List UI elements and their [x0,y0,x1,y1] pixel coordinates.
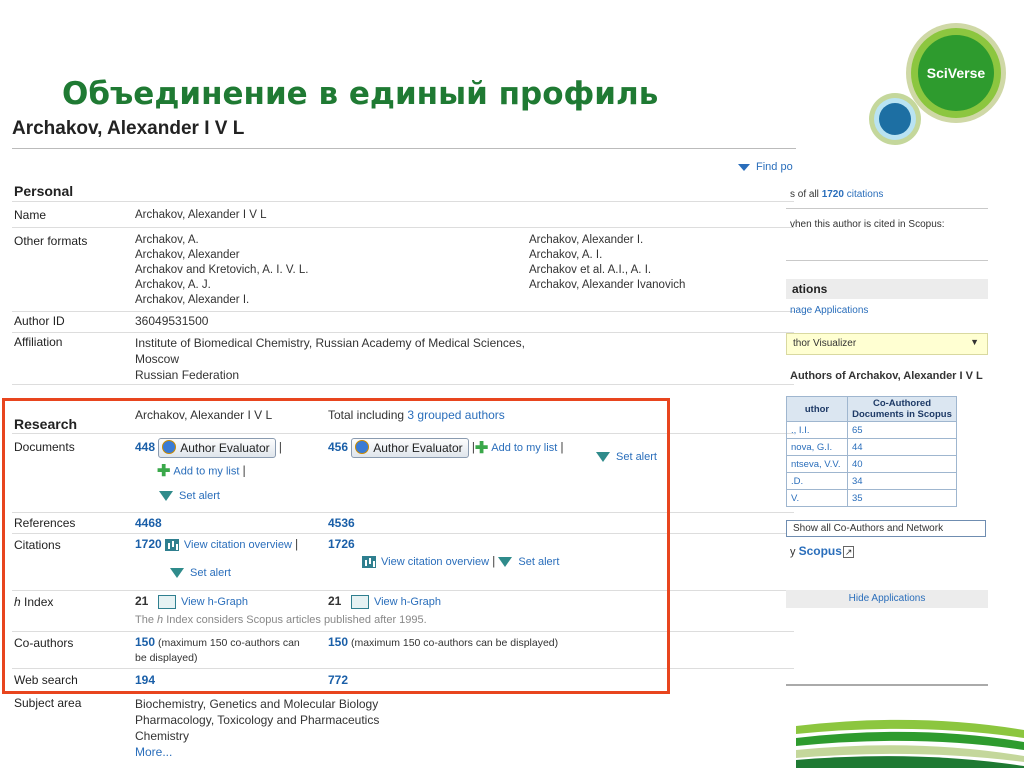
table-row[interactable]: .D. 34 [786,472,957,490]
powered-by-scopus: y Scopus ↗ [790,544,855,558]
table-header: Co-Authored Documents in Scopus [847,396,957,422]
other-formats-left: Archakov, A. Archakov, Alexander Archako… [135,234,309,306]
divider [12,148,796,149]
right-panel: s of all 1720 citations vhen this author… [786,150,988,690]
dropdown-arrow-icon: ▼ [970,337,979,347]
table-row[interactable]: V. 35 [786,489,957,507]
coauthors-table: uthor Co-Authored Documents in Scopus .,… [786,396,957,507]
subject-area-label: Subject area [14,696,82,710]
external-link-icon: ↗ [842,546,855,558]
decorative-swoosh [796,719,1024,768]
slide-title: Объединение в единый профиль [62,76,659,112]
table-row[interactable]: ntseva, V.V. 40 [786,455,957,473]
subject-more-link[interactable]: More... [135,744,379,760]
highlight-box [2,398,670,694]
sciverse-logo: SciVerse [869,23,1006,145]
total-citations-text: s of all 1720 citations [790,189,884,200]
author-visualizer-select[interactable]: thor Visualizer ▼ [786,333,988,355]
cited-alert-text: vhen this author is cited in Scopus: [790,219,945,230]
divider [12,227,794,228]
author-name: Archakov, Alexander I V L [12,118,245,139]
other-formats-label: Other formats [14,234,88,248]
table-header: uthor [786,396,848,422]
manage-applications-link[interactable]: nage Applications [790,305,868,316]
affiliation-label: Affiliation [14,335,63,349]
divider [12,384,794,385]
sciverse-logo-text: SciVerse [927,65,986,81]
affiliation-value: Institute of Biomedical Chemistry, Russi… [135,336,525,382]
divider [12,201,794,202]
divider [12,332,794,333]
hide-applications-link[interactable]: Hide Applications [786,590,988,608]
author-id-label: Author ID [14,314,65,328]
table-row[interactable]: nova, G.I. 44 [786,438,957,456]
scopus-profile-screenshot: Archakov, Alexander I V L Find po Person… [0,112,796,768]
divider [12,311,794,312]
personal-heading: Personal [14,183,74,199]
author-id-value: 36049531500 [135,314,209,328]
applications-heading: ations [786,279,988,299]
find-potential-matches-link[interactable]: Find po [738,161,793,173]
table-row[interactable]: ., I.I. 65 [786,421,957,439]
coauthors-title: Authors of Archakov, Alexander I V L [790,370,983,382]
name-value: Archakov, Alexander I V L [135,209,267,221]
show-all-coauthors-button[interactable]: Show all Co-Authors and Network [786,520,986,537]
subject-area-list: Biochemistry, Genetics and Molecular Bio… [135,697,380,760]
name-label: Name [14,208,47,222]
other-formats-right: Archakov, Alexander I. Archakov, A. I. A… [529,234,686,291]
triangle-down-icon [738,163,750,171]
